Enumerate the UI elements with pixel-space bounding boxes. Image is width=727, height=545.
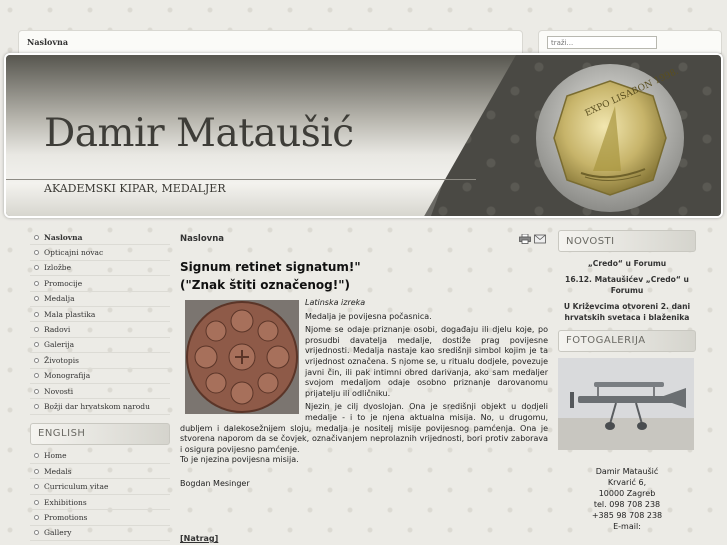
right-sidebar: NOVOSTI „Credo“ u Forumu 16.12. Mataušić…: [558, 230, 696, 532]
sidebar-item-label: Radovi: [44, 325, 71, 335]
contact-name: Damir Mataušić: [595, 466, 659, 476]
sidebar-item-galerija[interactable]: Galerija: [30, 338, 170, 354]
sidebar-item-promotions[interactable]: Promotions: [30, 510, 170, 526]
sidebar-item-label: Exhibitions: [44, 497, 87, 507]
bullet-icon: [34, 265, 39, 271]
sidebar-item-exhibitions[interactable]: Exhibitions: [30, 495, 170, 511]
search-input[interactable]: [547, 36, 657, 49]
breadcrumb: Naslovna: [27, 37, 69, 47]
gallery-header: FOTOGALERIJA: [558, 329, 696, 352]
contact-info: Damir Mataušić Krvarić 6, 10000 Zagreb t…: [558, 466, 696, 532]
bullet-icon: [34, 530, 39, 536]
bullet-icon: [34, 342, 39, 348]
sidebar-item-label: Novosti: [44, 386, 74, 396]
paragraph-4: To je njezina povijesna misija.: [180, 455, 299, 465]
sidebar-item-label: Medalja: [44, 294, 75, 304]
contact-email-label: E-mail:: [613, 521, 641, 531]
medal-image: [185, 300, 299, 414]
sidebar-item-home[interactable]: Home: [30, 449, 170, 465]
article-title-line2: ("Znak štiti označenog!"): [180, 278, 350, 292]
sidebar-item-label: Promotions: [44, 512, 88, 522]
bullet-icon: [34, 484, 39, 490]
bullet-icon: [34, 499, 39, 505]
expo-coin-logo: EXPO LISABON 1998.: [536, 64, 684, 212]
sidebar-item-zivotopis[interactable]: Životopis: [30, 353, 170, 369]
search-box: [538, 30, 722, 54]
bullet-icon: [34, 280, 39, 286]
article-title-line1: Signum retinet signatum!": [180, 260, 361, 274]
sidebar-item-label: Izložbe: [44, 263, 72, 273]
sidebar-item-label: Mala plastika: [44, 309, 96, 319]
sidebar-item-label: Medals: [44, 466, 72, 476]
sidebar-item-label: Božji dar hrvatskom narodu: [44, 401, 150, 411]
bullet-icon: [34, 296, 39, 302]
article-body: Latinska izreka Medalja je povijesna poč…: [180, 298, 548, 490]
sidebar-item-promocije[interactable]: Promocije: [30, 276, 170, 292]
bullet-icon: [34, 234, 39, 240]
sidebar-item-gallery[interactable]: Gallery: [30, 526, 170, 542]
main-content: Naslovna Signum retinet signatum!" ("Zna…: [180, 230, 548, 490]
sidebar-item-naslovna[interactable]: Naslovna: [30, 230, 170, 246]
sidebar-item-bozji-dar[interactable]: Božji dar hrvatskom narodu: [30, 399, 170, 415]
content-breadcrumb: Naslovna: [180, 234, 224, 244]
sidebar-item-label: Monografija: [44, 371, 91, 381]
sidebar-item-label: Promocije: [44, 278, 83, 288]
back-link[interactable]: [Natrag]: [180, 534, 218, 543]
contact-phone: tel. 098 708 238: [593, 499, 661, 509]
article-tools: [519, 234, 546, 244]
news-item[interactable]: „Credo“ u Forumu: [558, 258, 696, 270]
news-list: „Credo“ u Forumu 16.12. Mataušićev „Cred…: [558, 258, 696, 324]
contact-phone-intl: +385 98 708 238: [591, 510, 663, 520]
breadcrumb-bar: Naslovna: [18, 30, 523, 54]
sidebar-item-radovi[interactable]: Radovi: [30, 322, 170, 338]
bullet-icon: [34, 468, 39, 474]
sidebar-item-label: Gallery: [44, 528, 72, 538]
news-header: NOVOSTI: [558, 230, 696, 252]
sidebar-item-curriculum-vitae[interactable]: Curriculum vitae: [30, 479, 170, 495]
print-icon[interactable]: [519, 234, 531, 244]
article-author: Bogdan Mesinger: [180, 478, 250, 488]
sidebar-item-label: Curriculum vitae: [44, 482, 109, 492]
english-menu-header: ENGLISH: [30, 422, 170, 445]
contact-street: Krvarić 6,: [607, 477, 647, 487]
email-icon[interactable]: [534, 234, 546, 244]
sidebar-item-opticajni-novac[interactable]: Opticajni novac: [30, 245, 170, 261]
sidebar-item-izlozbe[interactable]: Izložbe: [30, 261, 170, 277]
sidebar-item-novosti[interactable]: Novosti: [30, 384, 170, 400]
site-title: Damir Mataušić: [44, 111, 354, 156]
left-sidebar: Naslovna Opticajni novac Izložbe Promoci…: [30, 230, 170, 542]
bullet-icon: [34, 403, 39, 409]
site-subtitle: AKADEMSKI KIPAR, MEDALJER: [44, 182, 226, 195]
bullet-icon: [34, 250, 39, 256]
news-item[interactable]: 16.12. Mataušićev „Credo“ u Forumu: [558, 274, 696, 297]
bullet-icon: [34, 453, 39, 459]
sidebar-item-label: Opticajni novac: [44, 248, 104, 258]
news-item[interactable]: U Križevcima otvoreni 2. dani hrvatskih …: [558, 301, 696, 324]
bullet-icon: [34, 373, 39, 379]
sidebar-item-monografija[interactable]: Monografija: [30, 369, 170, 384]
bullet-icon: [34, 311, 39, 317]
sidebar-item-mala-plastika[interactable]: Mala plastika: [30, 307, 170, 323]
gallery-photo[interactable]: [558, 357, 694, 450]
bullet-icon: [34, 388, 39, 394]
bullet-icon: [34, 514, 39, 520]
sidebar-item-medals[interactable]: Medals: [30, 464, 170, 480]
bullet-icon: [34, 357, 39, 363]
sidebar-item-medalja[interactable]: Medalja: [30, 292, 170, 307]
contact-city: 10000 Zagreb: [598, 488, 656, 498]
sidebar-item-label: Naslovna: [44, 232, 83, 242]
header-banner: Damir Mataušić AKADEMSKI KIPAR, MEDALJER…: [4, 53, 723, 218]
sidebar-item-label: Galerija: [44, 340, 75, 350]
sidebar-item-label: Životopis: [44, 355, 79, 365]
banner-divider: [6, 179, 476, 180]
sidebar-item-label: Home: [44, 451, 67, 461]
bullet-icon: [34, 327, 39, 333]
